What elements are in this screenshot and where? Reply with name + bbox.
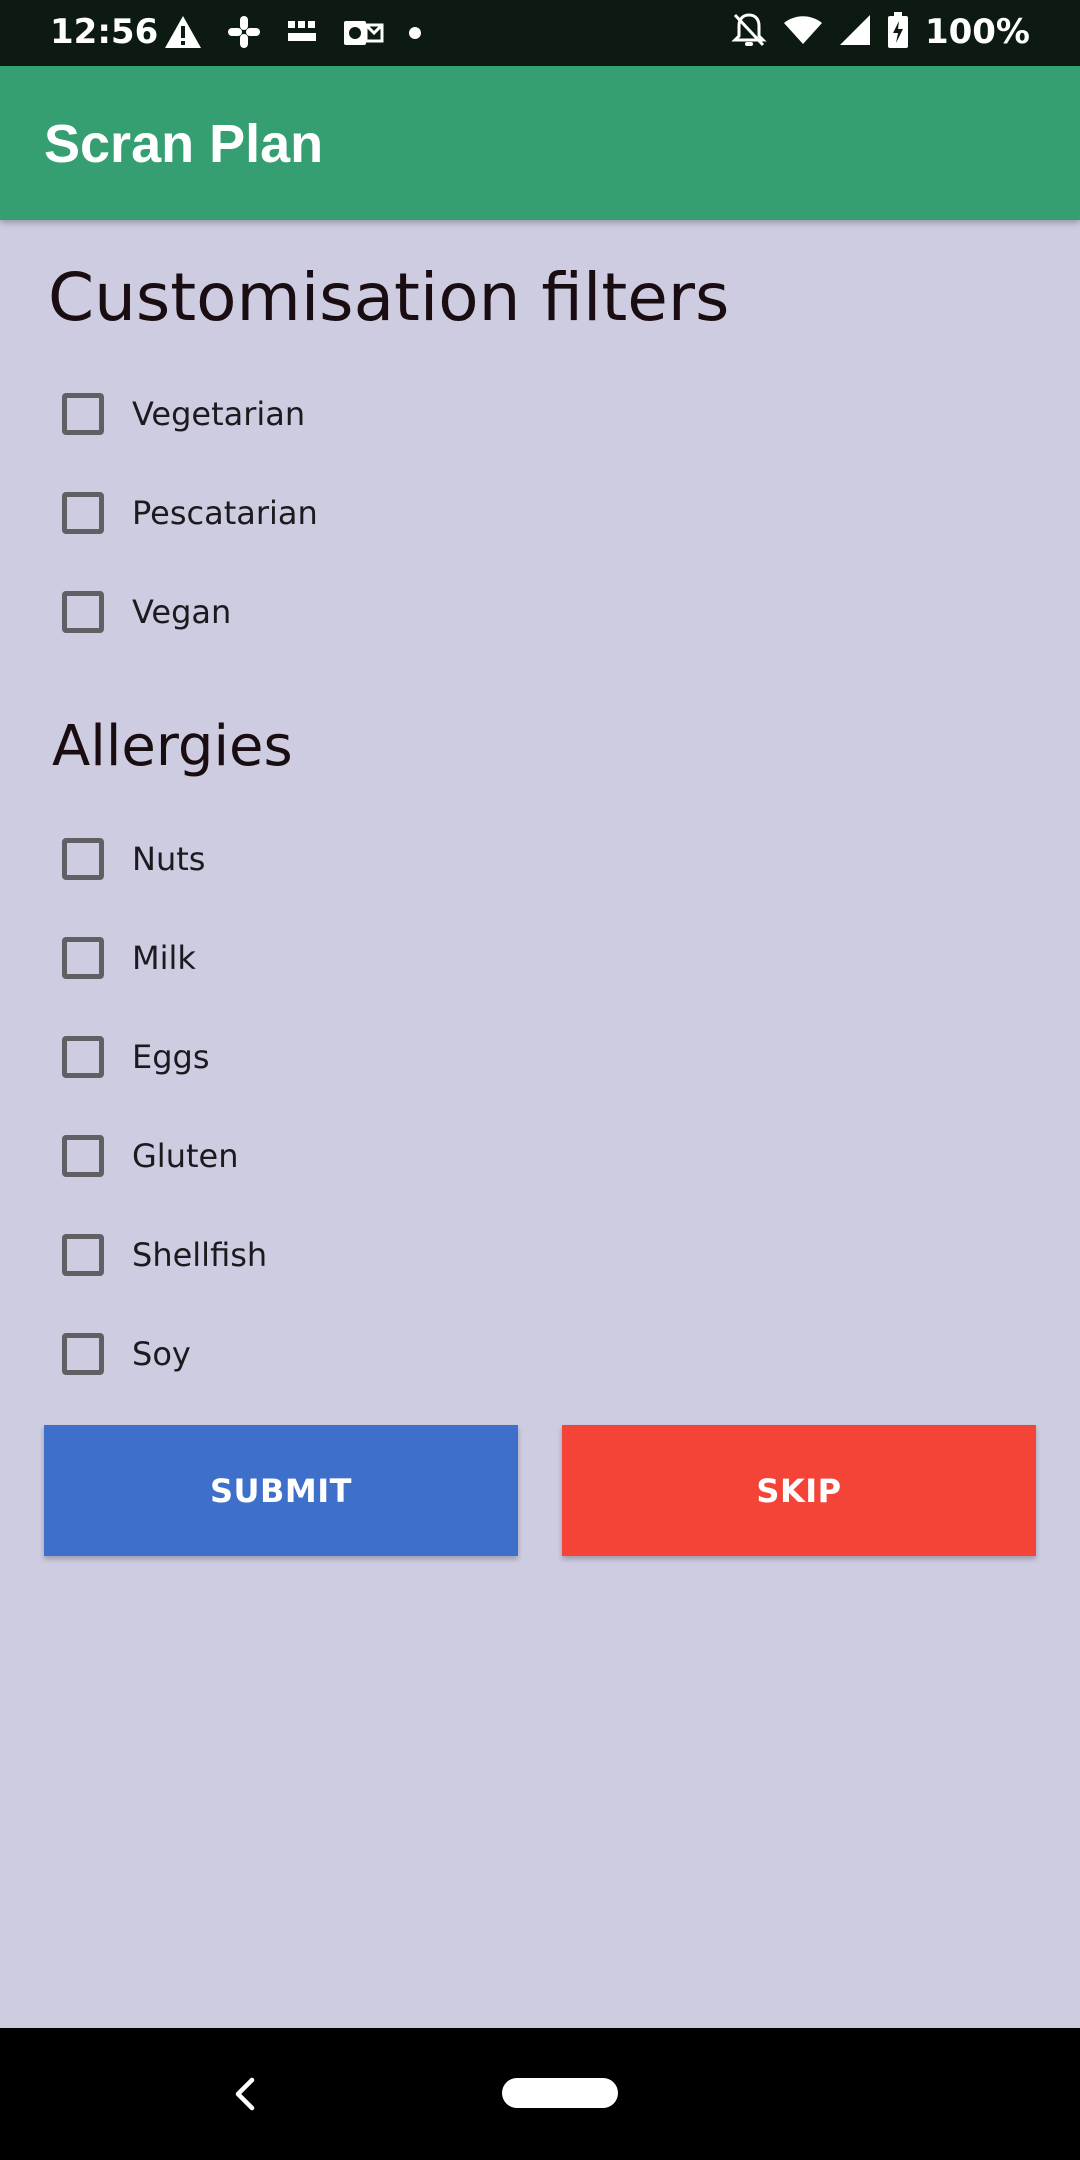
checkbox-box[interactable] [62, 1333, 104, 1375]
checkbox-box[interactable] [62, 1234, 104, 1276]
status-time: 12:56 [50, 12, 159, 52]
status-system-icons: 100% [731, 10, 1030, 54]
checkbox-label: Milk [132, 939, 196, 977]
bbc-news-icon [286, 17, 318, 51]
cell-signal-icon [839, 14, 871, 50]
checkbox-vegetarian[interactable]: Vegetarian [62, 386, 305, 442]
status-bar: 12:56 100% [0, 0, 1080, 66]
checkbox-label: Vegan [132, 593, 232, 631]
battery-charging-icon [887, 11, 909, 53]
checkbox-label: Gluten [132, 1137, 239, 1175]
outlook-icon [342, 15, 384, 53]
checkbox-box[interactable] [62, 1135, 104, 1177]
dot-icon [408, 25, 422, 44]
back-chevron-icon[interactable] [222, 2072, 266, 2116]
checkbox-box[interactable] [62, 838, 104, 880]
checkbox-box[interactable] [62, 591, 104, 633]
submit-button[interactable]: SUBMIT [44, 1425, 518, 1556]
checkbox-label: Vegetarian [132, 395, 306, 433]
notifications-off-icon [731, 11, 767, 53]
checkbox-box[interactable] [62, 492, 104, 534]
checkbox-gluten[interactable]: Gluten [62, 1128, 238, 1184]
allergies-title: Allergies [52, 714, 293, 779]
checkbox-shellfish[interactable]: Shellfish [62, 1227, 267, 1283]
battery-percentage: 100% [924, 12, 1030, 52]
checkbox-eggs[interactable]: Eggs [62, 1029, 210, 1085]
navigation-bar [0, 2028, 1080, 2160]
checkbox-nuts[interactable]: Nuts [62, 831, 205, 887]
warning-icon [164, 15, 202, 53]
customisation-filters-title: Customisation filters [48, 259, 730, 336]
checkbox-label: Pescatarian [132, 494, 318, 532]
checkbox-milk[interactable]: Milk [62, 930, 196, 986]
checkbox-label: Nuts [132, 840, 206, 878]
skip-button[interactable]: SKIP [562, 1425, 1036, 1556]
status-notification-icons [164, 12, 422, 56]
checkbox-box[interactable] [62, 937, 104, 979]
wifi-icon [783, 14, 823, 50]
checkbox-label: Shellfish [132, 1236, 268, 1274]
checkbox-soy[interactable]: Soy [62, 1326, 191, 1382]
checkbox-vegan[interactable]: Vegan [62, 584, 231, 640]
checkbox-pescatarian[interactable]: Pescatarian [62, 485, 318, 541]
checkbox-box[interactable] [62, 393, 104, 435]
checkbox-box[interactable] [62, 1036, 104, 1078]
app-bar: Scran Plan [0, 66, 1080, 220]
checkbox-label: Soy [132, 1335, 191, 1373]
home-pill-icon[interactable] [502, 2078, 618, 2108]
slack-icon [226, 14, 262, 54]
checkbox-label: Eggs [132, 1038, 210, 1076]
app-title: Scran Plan [44, 114, 324, 174]
